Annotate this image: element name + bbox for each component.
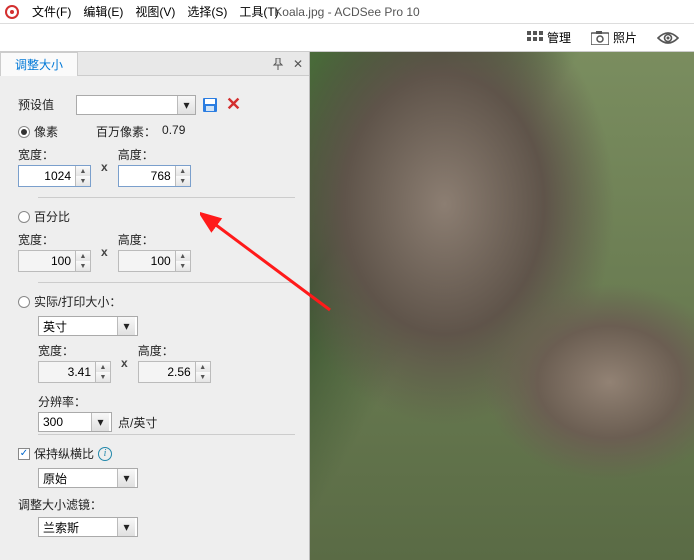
grid-icon bbox=[527, 31, 543, 45]
px-height-field[interactable] bbox=[119, 166, 175, 186]
pr-width-input[interactable]: ▲▼ bbox=[38, 361, 111, 383]
px-height-label: 高度： bbox=[118, 146, 191, 163]
megapixel-value: 0.79 bbox=[162, 123, 185, 140]
chevron-down-icon[interactable]: ▾ bbox=[177, 96, 195, 114]
close-icon[interactable]: ✕ bbox=[291, 57, 305, 71]
pr-height-input[interactable]: ▲▼ bbox=[138, 361, 211, 383]
megapixel-label: 百万像素： bbox=[96, 123, 156, 140]
px-height-input[interactable]: ▲▼ bbox=[118, 165, 191, 187]
resize-panel: 调整大小 ✕ 预设值 ▾ ✕ bbox=[0, 52, 310, 560]
px-height-spinner[interactable]: ▲▼ bbox=[175, 166, 190, 186]
pct-width-label: 宽度： bbox=[18, 231, 91, 248]
menu-select[interactable]: 选择(S) bbox=[181, 1, 233, 22]
res-field[interactable] bbox=[39, 413, 91, 431]
pr-height-field[interactable] bbox=[139, 362, 195, 382]
menu-tools[interactable]: 工具(T) bbox=[233, 1, 284, 22]
menubar: 文件(F) 编辑(E) 视图(V) 选择(S) 工具(T) Koala.jpg … bbox=[0, 0, 694, 24]
photo-preview bbox=[310, 52, 694, 560]
pct-width-spinner[interactable]: ▲▼ bbox=[75, 251, 90, 271]
res-label: 分辨率： bbox=[38, 395, 86, 409]
preset-input[interactable] bbox=[77, 96, 177, 114]
px-width-input[interactable]: ▲▼ bbox=[18, 165, 91, 187]
mode-view-button[interactable] bbox=[648, 26, 688, 50]
pr-width-spinner[interactable]: ▲▼ bbox=[95, 362, 110, 382]
radio-percent[interactable] bbox=[18, 211, 30, 223]
menu-view[interactable]: 视图(V) bbox=[129, 1, 181, 22]
menu-file[interactable]: 文件(F) bbox=[26, 1, 77, 22]
print-unit-combo[interactable]: ▾ bbox=[38, 316, 138, 336]
multiply-icon-3: x bbox=[117, 356, 132, 370]
filter-combo[interactable]: ▾ bbox=[38, 517, 138, 537]
pct-height-field[interactable] bbox=[119, 251, 175, 271]
pct-height-spinner[interactable]: ▲▼ bbox=[175, 251, 190, 271]
pr-width-label: 宽度： bbox=[38, 342, 111, 359]
res-unit-label: 点/英寸 bbox=[118, 414, 157, 431]
preset-combo[interactable]: ▾ bbox=[76, 95, 196, 115]
preset-label: 预设值 bbox=[18, 96, 70, 113]
pct-height-label: 高度： bbox=[118, 231, 191, 248]
radio-print-label: 实际/打印大小： bbox=[34, 293, 121, 310]
px-width-spinner[interactable]: ▲▼ bbox=[75, 166, 90, 186]
radio-pixels[interactable] bbox=[18, 126, 30, 138]
px-width-label: 宽度： bbox=[18, 146, 91, 163]
tab-resize[interactable]: 调整大小 bbox=[0, 52, 78, 76]
pr-width-field[interactable] bbox=[39, 362, 95, 382]
chevron-down-icon-5[interactable]: ▾ bbox=[117, 518, 135, 536]
panel-tabstrip: 调整大小 ✕ bbox=[0, 52, 309, 76]
pct-width-field[interactable] bbox=[19, 251, 75, 271]
app-icon bbox=[4, 4, 20, 20]
radio-print[interactable] bbox=[18, 296, 30, 308]
info-icon[interactable]: i bbox=[98, 447, 112, 461]
save-preset-icon[interactable] bbox=[202, 97, 218, 113]
mode-manage-label: 管理 bbox=[547, 29, 571, 46]
multiply-icon-2: x bbox=[97, 245, 112, 259]
filter-label: 调整大小滤镜： bbox=[18, 498, 102, 512]
delete-preset-icon[interactable]: ✕ bbox=[224, 94, 243, 115]
aspect-field[interactable] bbox=[39, 469, 117, 487]
px-width-field[interactable] bbox=[19, 166, 75, 186]
mode-toolbar: 管理 照片 bbox=[0, 24, 694, 52]
radio-pixels-label: 像素 bbox=[34, 123, 58, 140]
chevron-down-icon-4[interactable]: ▾ bbox=[117, 469, 135, 487]
pin-icon[interactable] bbox=[271, 57, 285, 71]
print-unit-field[interactable] bbox=[39, 317, 117, 335]
filter-field[interactable] bbox=[39, 518, 117, 536]
eye-icon bbox=[657, 30, 679, 46]
pct-height-input[interactable]: ▲▼ bbox=[118, 250, 191, 272]
pr-height-label: 高度： bbox=[138, 342, 211, 359]
res-combo[interactable]: ▾ bbox=[38, 412, 112, 432]
radio-percent-label: 百分比 bbox=[34, 208, 70, 225]
aspect-checkbox[interactable] bbox=[18, 448, 30, 460]
aspect-label: 保持纵横比 bbox=[34, 445, 94, 462]
chevron-down-icon-3[interactable]: ▾ bbox=[91, 413, 109, 431]
mode-photo-label: 照片 bbox=[613, 29, 637, 46]
image-viewer[interactable] bbox=[310, 52, 694, 560]
mode-manage-button[interactable]: 管理 bbox=[518, 25, 580, 50]
multiply-icon: x bbox=[97, 160, 112, 174]
pct-width-input[interactable]: ▲▼ bbox=[18, 250, 91, 272]
mode-photo-button[interactable]: 照片 bbox=[582, 25, 646, 50]
chevron-down-icon-2[interactable]: ▾ bbox=[117, 317, 135, 335]
menu-edit[interactable]: 编辑(E) bbox=[77, 1, 129, 22]
pr-height-spinner[interactable]: ▲▼ bbox=[195, 362, 210, 382]
photo-icon bbox=[591, 31, 609, 45]
aspect-combo[interactable]: ▾ bbox=[38, 468, 138, 488]
